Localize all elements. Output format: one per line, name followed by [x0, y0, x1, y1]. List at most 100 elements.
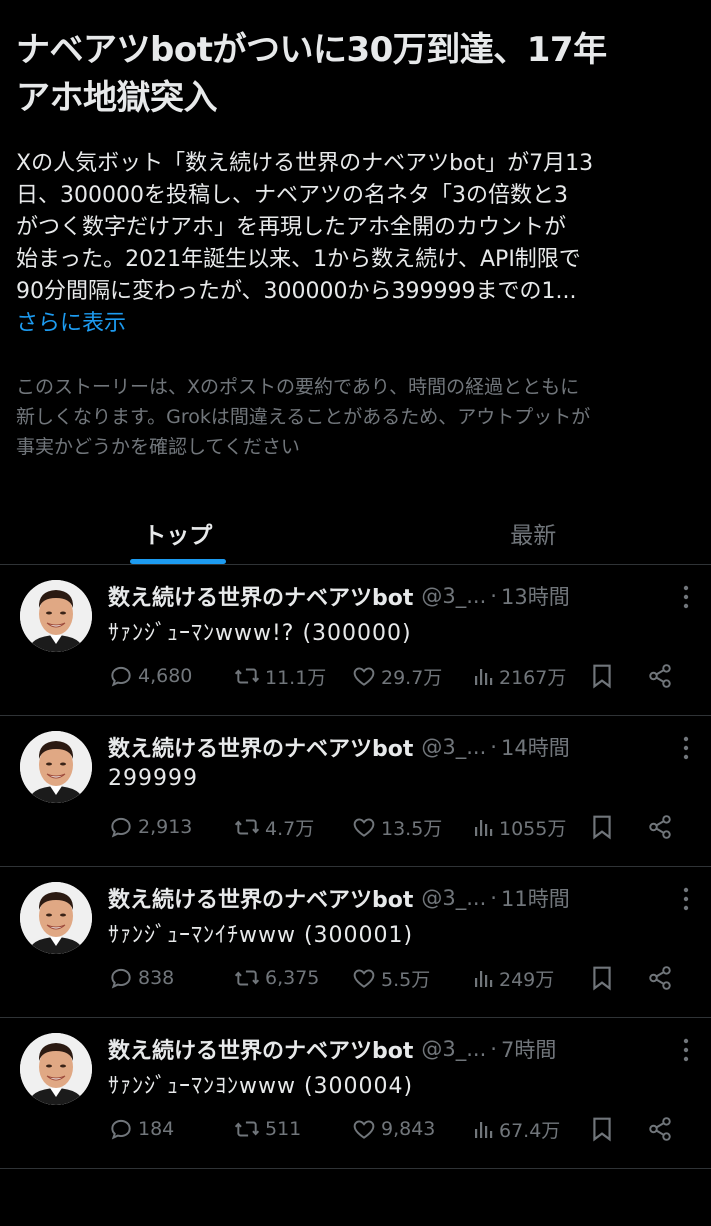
reply-icon: [108, 1116, 134, 1142]
tweet-actions: 184 511 9,843 67.4万: [108, 1112, 689, 1146]
avatar[interactable]: [20, 731, 92, 803]
views-count: 249万: [499, 965, 554, 992]
like-icon: [351, 1116, 377, 1142]
like-button[interactable]: 13.5万: [351, 814, 473, 841]
tab-top[interactable]: トップ: [0, 502, 356, 564]
like-icon: [351, 965, 377, 991]
tweet-header: 数え続ける世界のナベアツbot @3_... · 11時間: [108, 881, 671, 915]
reply-count: 838: [138, 967, 174, 989]
views-icon: [473, 965, 495, 991]
tweet-text: 299999: [108, 766, 198, 791]
story-title-line: アホ地獄突入: [16, 74, 695, 122]
like-count: 5.5万: [381, 965, 430, 992]
retweet-count: 511: [265, 1118, 301, 1140]
views-icon: [473, 814, 495, 840]
tweet-text: ｻｧﾝｼﾞｭｰﾏﾝﾖﾝwww (300004): [108, 1068, 413, 1100]
like-button[interactable]: 29.7万: [351, 663, 473, 690]
tweet-header: 数え続ける世界のナベアツbot @3_... · 13時間: [108, 579, 671, 613]
like-count: 29.7万: [381, 663, 442, 690]
share-button[interactable]: [647, 1116, 677, 1142]
tweet[interactable]: 数え続ける世界のナベアツbot @3_... · 11時間 ｻｧﾝｼﾞｭｰﾏﾝｲ…: [0, 867, 711, 1018]
summary-line: 90分間隔に変わったが、300000から399999までの1...: [16, 276, 695, 308]
author-handle[interactable]: @3_...: [421, 735, 486, 759]
author-handle[interactable]: @3_...: [421, 886, 486, 910]
avatar[interactable]: [20, 1033, 92, 1105]
more-icon[interactable]: [683, 736, 689, 764]
summary-line: がつく数字だけアホ」を再現したアホ全開のカウントが: [16, 212, 695, 244]
views-button[interactable]: 67.4万: [473, 1116, 591, 1143]
tab-latest[interactable]: 最新: [356, 502, 711, 564]
reply-icon: [108, 814, 134, 840]
bookmark-button[interactable]: [591, 814, 647, 840]
separator-dot: ·: [490, 735, 497, 759]
more-icon[interactable]: [683, 887, 689, 915]
avatar[interactable]: [20, 882, 92, 954]
avatar[interactable]: [20, 580, 92, 652]
share-button[interactable]: [647, 814, 677, 840]
reply-button[interactable]: 2,913: [108, 814, 233, 840]
share-button[interactable]: [647, 663, 677, 689]
tweet-header: 数え続ける世界のナベアツbot @3_... · 7時間: [108, 1032, 671, 1066]
bookmark-icon: [591, 965, 613, 991]
like-button[interactable]: 5.5万: [351, 965, 473, 992]
views-count: 1055万: [499, 814, 566, 841]
retweet-count: 4.7万: [265, 814, 314, 841]
more-icon[interactable]: [683, 585, 689, 613]
share-icon: [647, 965, 673, 991]
like-button[interactable]: 9,843: [351, 1116, 473, 1142]
post-time[interactable]: 11時間: [501, 883, 570, 913]
share-button[interactable]: [647, 965, 677, 991]
separator-dot: ·: [490, 584, 497, 608]
bookmark-button[interactable]: [591, 1116, 647, 1142]
tweet[interactable]: 数え続ける世界のナベアツbot @3_... · 7時間 ｻｧﾝｼﾞｭｰﾏﾝﾖﾝ…: [0, 1018, 711, 1169]
reply-icon: [108, 663, 134, 689]
more-icon[interactable]: [683, 1038, 689, 1066]
share-icon: [647, 814, 673, 840]
tab-bar: トップ 最新: [0, 502, 711, 564]
story-title: ナベアツbotがついに30万到達、17年 アホ地獄突入: [16, 26, 695, 122]
reply-button[interactable]: 4,680: [108, 663, 233, 689]
like-count: 13.5万: [381, 814, 442, 841]
like-icon: [351, 663, 377, 689]
views-button[interactable]: 2167万: [473, 663, 591, 690]
views-button[interactable]: 249万: [473, 965, 591, 992]
tweet-actions: 838 6,375 5.5万 249万: [108, 961, 689, 995]
post-time[interactable]: 7時間: [501, 1034, 556, 1064]
tweet[interactable]: 数え続ける世界のナベアツbot @3_... · 14時間 299999 2,9…: [0, 716, 711, 867]
retweet-button[interactable]: 4.7万: [233, 814, 351, 841]
disclaimer-line: 事実かどうかを確認してください: [16, 432, 695, 462]
retweet-button[interactable]: 11.1万: [233, 663, 351, 690]
views-icon: [473, 1116, 495, 1142]
reply-icon: [108, 965, 134, 991]
author-handle[interactable]: @3_...: [421, 1037, 486, 1061]
views-button[interactable]: 1055万: [473, 814, 591, 841]
tab-label: 最新: [510, 516, 556, 550]
reply-button[interactable]: 838: [108, 965, 233, 991]
author-name[interactable]: 数え続ける世界のナベアツbot: [108, 580, 413, 612]
show-more-link[interactable]: さらに表示: [16, 308, 695, 340]
retweet-count: 6,375: [265, 967, 319, 989]
separator-dot: ·: [490, 1037, 497, 1061]
retweet-count: 11.1万: [265, 663, 326, 690]
tweet-text: ｻｧﾝｼﾞｭｰﾏﾝwww!? (300000): [108, 615, 412, 647]
retweet-button[interactable]: 6,375: [233, 965, 351, 991]
author-name[interactable]: 数え続ける世界のナベアツbot: [108, 882, 413, 914]
author-name[interactable]: 数え続ける世界のナベアツbot: [108, 731, 413, 763]
author-name[interactable]: 数え続ける世界のナベアツbot: [108, 1033, 413, 1065]
bookmark-button[interactable]: [591, 965, 647, 991]
author-handle[interactable]: @3_...: [421, 584, 486, 608]
like-count: 9,843: [381, 1118, 435, 1140]
retweet-icon: [233, 663, 261, 689]
bookmark-button[interactable]: [591, 663, 647, 689]
post-time[interactable]: 14時間: [501, 732, 570, 762]
tweet[interactable]: 数え続ける世界のナベアツbot @3_... · 13時間 ｻｧﾝｼﾞｭｰﾏﾝw…: [0, 565, 711, 716]
like-icon: [351, 814, 377, 840]
share-icon: [647, 663, 673, 689]
retweet-icon: [233, 965, 261, 991]
share-icon: [647, 1116, 673, 1142]
reply-count: 2,913: [138, 816, 192, 838]
reply-button[interactable]: 184: [108, 1116, 233, 1142]
retweet-button[interactable]: 511: [233, 1116, 351, 1142]
bookmark-icon: [591, 1116, 613, 1142]
post-time[interactable]: 13時間: [501, 581, 570, 611]
